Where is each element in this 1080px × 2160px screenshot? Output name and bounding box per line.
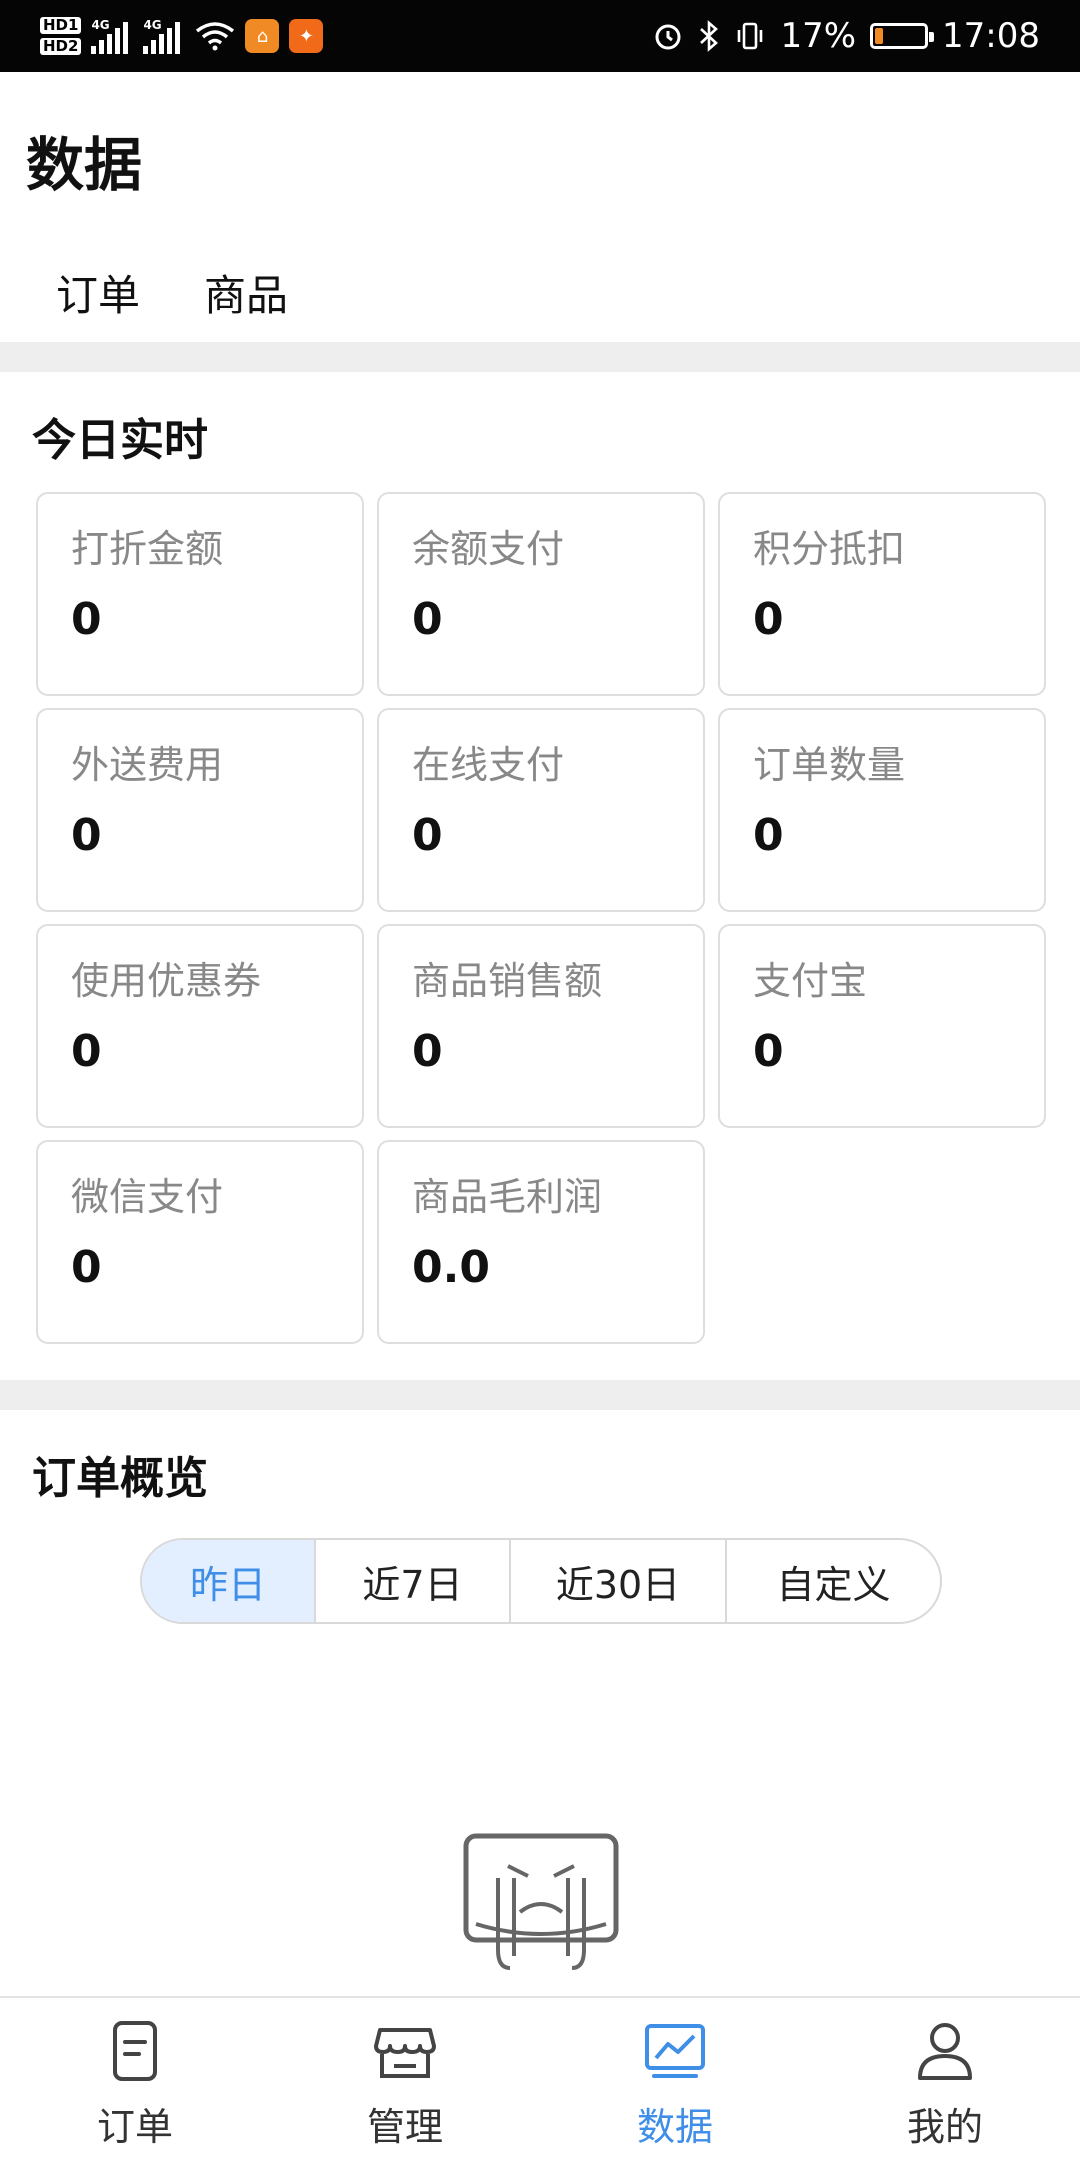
network-type-label: 4G bbox=[143, 18, 162, 32]
nav-label: 管理 bbox=[366, 2105, 443, 2149]
stat-card-order-count[interactable]: 订单数量 0 bbox=[718, 708, 1046, 912]
stat-label: 订单数量 bbox=[753, 743, 906, 787]
battery-percent: 17% bbox=[780, 16, 857, 56]
page-title: 数据 bbox=[26, 131, 143, 199]
segment-custom[interactable]: 自定义 bbox=[727, 1540, 940, 1622]
bluetooth-icon bbox=[700, 20, 719, 52]
stat-label: 打折金额 bbox=[71, 527, 224, 571]
tab-products[interactable]: 商品 bbox=[204, 262, 288, 323]
stat-card-discount-amount[interactable]: 打折金额 0 bbox=[36, 492, 364, 696]
section-divider bbox=[0, 342, 1080, 372]
nav-label: 数据 bbox=[636, 2105, 713, 2149]
stat-value: 0 bbox=[412, 1026, 443, 1077]
stat-label: 积分抵扣 bbox=[753, 527, 906, 571]
top-tabs: 订单 商品 bbox=[56, 262, 288, 323]
alarm-icon bbox=[655, 24, 681, 50]
stat-label: 余额支付 bbox=[412, 527, 565, 571]
empty-state-crying-face-icon bbox=[463, 1833, 619, 1970]
nav-orders[interactable]: 订单 bbox=[0, 1998, 270, 2160]
date-range-selector: 昨日 近7日 近30日 自定义 bbox=[140, 1538, 942, 1624]
chart-icon bbox=[645, 2024, 705, 2078]
stat-value: 0 bbox=[71, 1026, 102, 1077]
stat-value: 0 bbox=[753, 1026, 784, 1077]
stat-card-balance-payment[interactable]: 余额支付 0 bbox=[377, 492, 705, 696]
stat-value: 0 bbox=[412, 594, 443, 645]
stat-card-product-sales[interactable]: 商品销售额 0 bbox=[377, 924, 705, 1128]
signal-icon: 4G bbox=[91, 18, 133, 54]
order-icon bbox=[113, 2021, 157, 2081]
nav-data[interactable]: 数据 bbox=[540, 1998, 810, 2160]
uc-browser-icon: ✦ bbox=[289, 19, 324, 53]
home-app-icon: ⌂ bbox=[245, 19, 280, 53]
hd2-label: HD2 bbox=[40, 38, 82, 55]
bottom-navigation: 订单 管理 数据 我的 bbox=[0, 1996, 1080, 2160]
battery-icon bbox=[870, 23, 935, 49]
stat-card-coupons-used[interactable]: 使用优惠券 0 bbox=[36, 924, 364, 1128]
section-divider bbox=[0, 1380, 1080, 1410]
profile-icon bbox=[918, 2023, 972, 2080]
overview-section-title: 订单概览 bbox=[32, 1453, 208, 1504]
battery-level-fill bbox=[875, 28, 884, 44]
stat-value: 0.0 bbox=[412, 1242, 490, 1293]
stat-value: 0 bbox=[71, 594, 102, 645]
network-type-label: 4G bbox=[91, 18, 110, 32]
stat-card-gross-profit[interactable]: 商品毛利润 0.0 bbox=[377, 1140, 705, 1344]
nav-label: 订单 bbox=[96, 2105, 173, 2149]
nav-label: 我的 bbox=[906, 2105, 983, 2149]
nav-manage[interactable]: 管理 bbox=[270, 1998, 540, 2160]
stat-label: 支付宝 bbox=[753, 959, 868, 1003]
stat-value: 0 bbox=[71, 1242, 102, 1293]
stat-label: 使用优惠券 bbox=[71, 959, 262, 1003]
stat-card-online-payment[interactable]: 在线支付 0 bbox=[377, 708, 705, 912]
store-icon bbox=[374, 2028, 436, 2078]
stat-card-points-deduction[interactable]: 积分抵扣 0 bbox=[718, 492, 1046, 696]
stat-card-wechat-pay[interactable]: 微信支付 0 bbox=[36, 1140, 364, 1344]
hd1-label: HD1 bbox=[40, 17, 82, 34]
stat-card-alipay[interactable]: 支付宝 0 bbox=[718, 924, 1046, 1128]
wifi-icon bbox=[196, 22, 235, 51]
stat-label: 在线支付 bbox=[412, 743, 565, 787]
stat-value: 0 bbox=[753, 810, 784, 861]
stat-grid: 打折金额 0 余额支付 0 积分抵扣 0 外送费用 0 在线支付 0 订单数量 … bbox=[36, 492, 1048, 1344]
status-bar: HD1 HD2 4G 4G ⌂ ✦ 17% 17:08 bbox=[0, 0, 1080, 72]
hd-indicator: HD1 HD2 bbox=[40, 17, 82, 55]
stat-value: 0 bbox=[753, 594, 784, 645]
segment-yesterday[interactable]: 昨日 bbox=[142, 1540, 316, 1622]
vibrate-icon bbox=[738, 22, 763, 50]
stat-label: 商品毛利润 bbox=[412, 1175, 603, 1219]
segment-last-7-days[interactable]: 近7日 bbox=[316, 1540, 511, 1622]
nav-profile[interactable]: 我的 bbox=[810, 1998, 1080, 2160]
tab-orders[interactable]: 订单 bbox=[56, 262, 140, 323]
stat-label: 商品销售额 bbox=[412, 959, 603, 1003]
stat-label: 微信支付 bbox=[71, 1175, 224, 1219]
stat-value: 0 bbox=[71, 810, 102, 861]
stat-card-delivery-fee[interactable]: 外送费用 0 bbox=[36, 708, 364, 912]
segment-last-30-days[interactable]: 近30日 bbox=[511, 1540, 727, 1622]
stat-value: 0 bbox=[412, 810, 443, 861]
stat-label: 外送费用 bbox=[71, 743, 224, 787]
signal-icon: 4G bbox=[143, 18, 185, 54]
today-section-title: 今日实时 bbox=[32, 415, 208, 466]
clock: 17:08 bbox=[942, 16, 1040, 56]
